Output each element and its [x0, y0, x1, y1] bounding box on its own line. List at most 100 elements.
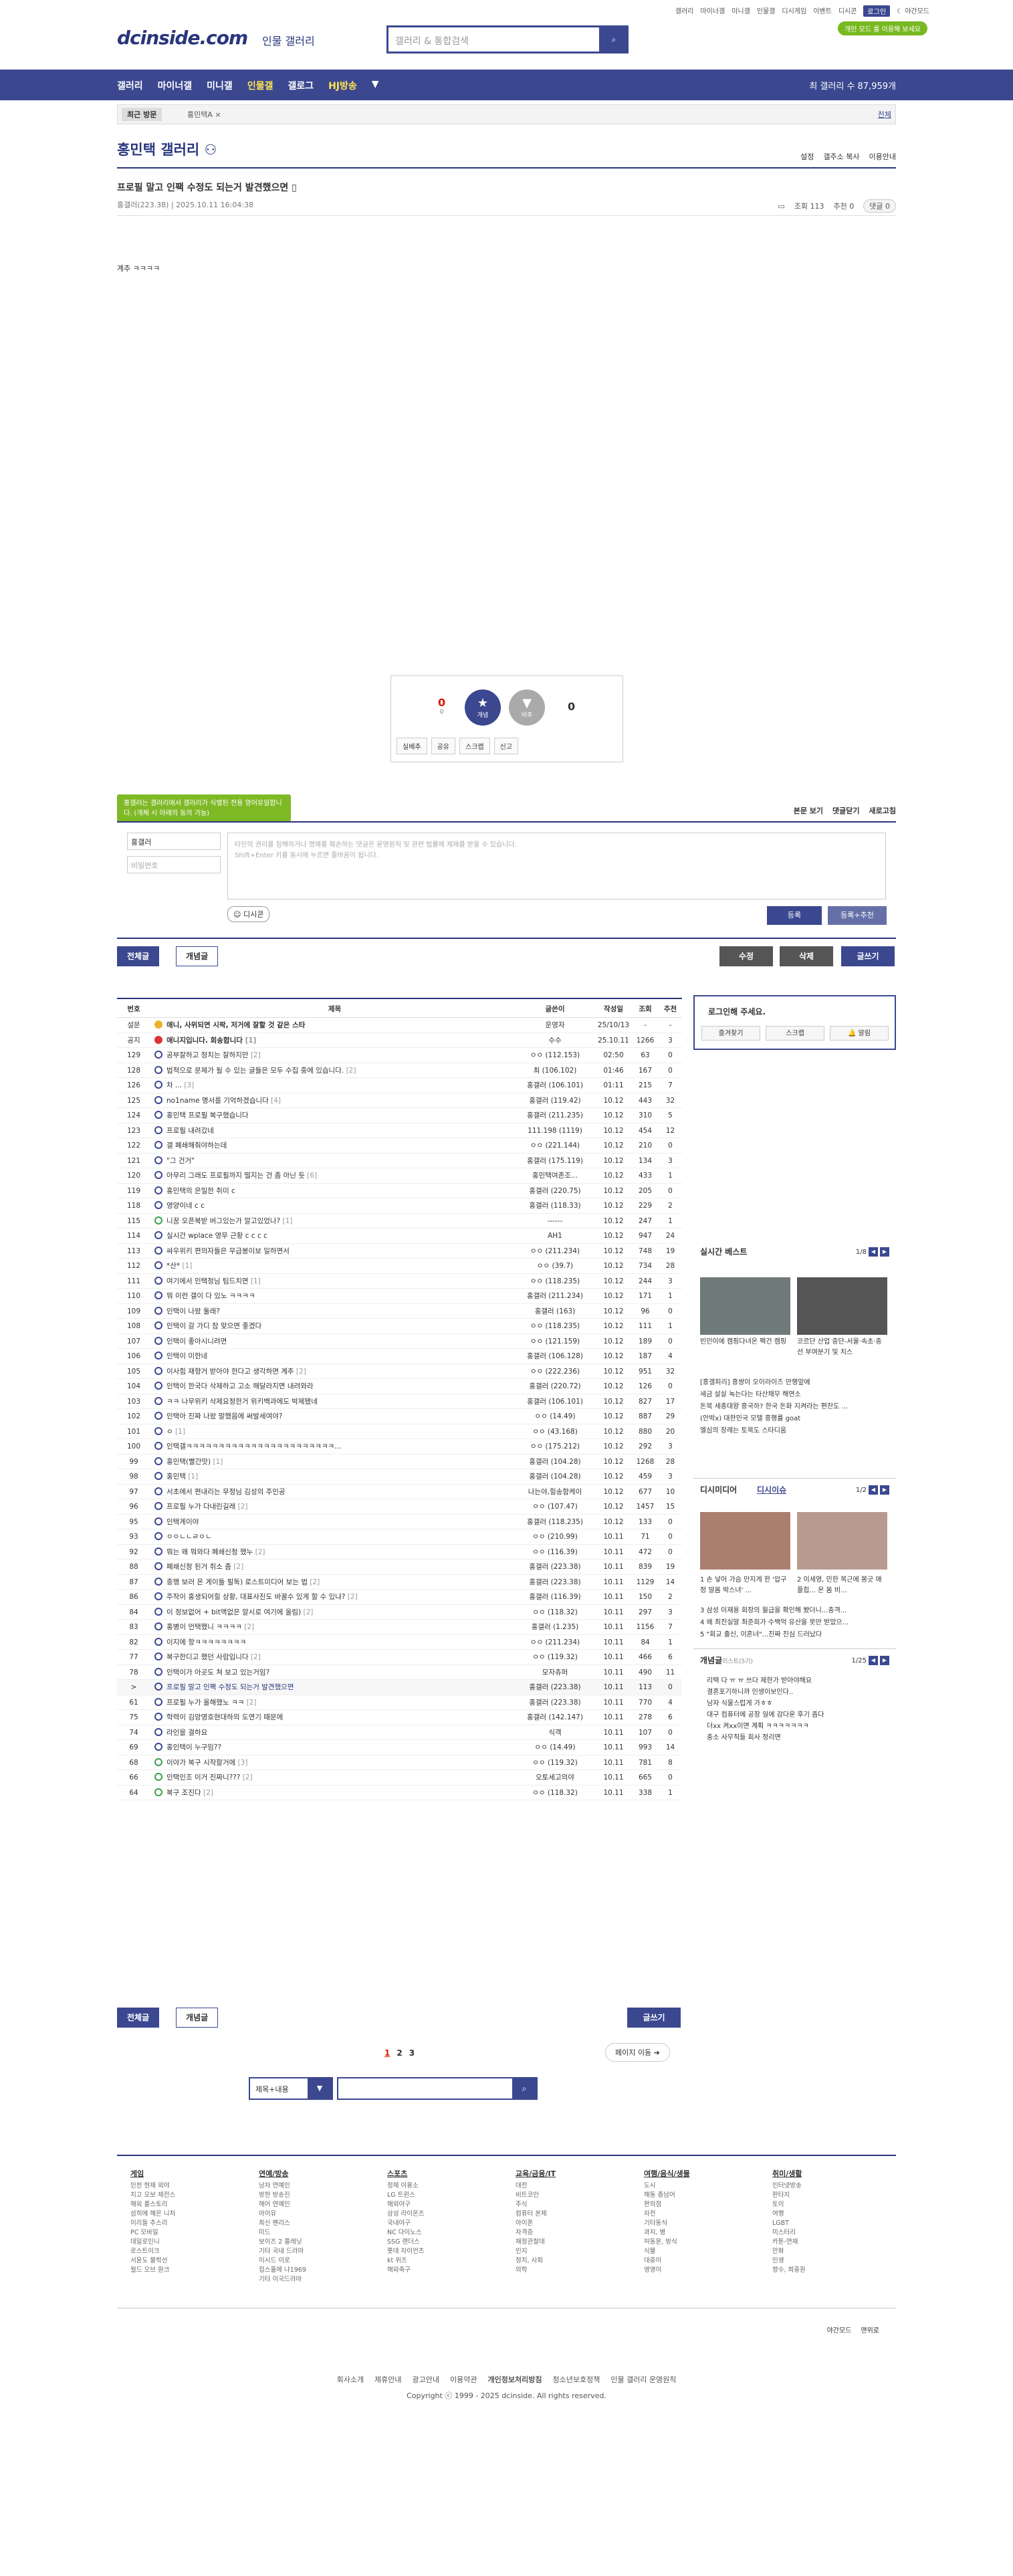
row-writer[interactable]: ------	[515, 1214, 595, 1228]
row-comment-count[interactable]: [3]	[238, 1759, 248, 1767]
footer-link[interactable]: 미드	[259, 2228, 306, 2238]
row-title[interactable]: 인택이 좋아시니려면	[150, 1334, 515, 1349]
table-row[interactable]: 66 인택인조 이거 진짜니??? [2] 오토세고의야 10.11 665 0	[117, 1770, 682, 1786]
row-writer[interactable]: ㅇㅇ (118.235)	[515, 1319, 595, 1333]
table-row[interactable]: 108 인택이 갈 가디 참 맞으면 좋겠다 ㅇㅇ (118.235) 10.12 1…	[117, 1319, 682, 1334]
table-row[interactable]: 125 no1name 명서를 기억하겠습니다 [4] 홍갤러 (119.42) 10…	[117, 1093, 682, 1108]
table-row[interactable]: 87 중행 보러 온 게이들 필독) 로스트미디어 보는 법 [2] 홍갤러 (22…	[117, 1575, 682, 1590]
table-row[interactable]: 98 홍민택 [1] 홍갤러 (104.28) 10.12 459 3	[117, 1469, 682, 1485]
row-title[interactable]: 이사힘 재향거 받아야 한다고 생각하면 계추 [2]	[150, 1364, 515, 1379]
row-writer[interactable]: 홍갤러 (223.38)	[515, 1560, 595, 1574]
table-row[interactable]: 93 ㅇㅇㄴㄴㄹㅇㄴ ㅇㅇ (210.99) 10.11 71 0	[117, 1529, 682, 1545]
edit-button[interactable]: 수정	[719, 946, 773, 966]
footer-link[interactable]: 기타동식	[644, 2219, 690, 2228]
row-title[interactable]: 폐쇄신청 된거 취소 좀 [2]	[150, 1560, 515, 1574]
row-comment-count[interactable]: [2]	[255, 1548, 265, 1556]
row-writer[interactable]: 홍갤러 (118.33)	[515, 1198, 595, 1213]
table-row[interactable]: 69 홍인택이 누구임?? ㅇㅇ (14.49) 10.11 993 14	[117, 1740, 682, 1755]
row-title[interactable]: ㅇ [1]	[150, 1424, 515, 1439]
table-row[interactable]: 128 법적으로 문제가 될 수 있는 글들은 모두 수집 중에 있습니다. [2…	[117, 1063, 682, 1078]
concept-item[interactable]: 리택 다 ㅠ ㅠ 쓰다 제한가 받아야해요	[707, 1676, 894, 1687]
footer-link[interactable]: NC 다이노스	[387, 2228, 424, 2238]
table-row[interactable]: 124 홍민택 프로필 복구했습니다 홍갤러 (211.235) 10.12 310 5	[117, 1108, 682, 1123]
prev-icon[interactable]: ◀	[869, 1247, 878, 1257]
realtime-best-title[interactable]: 실시간 베스트	[700, 1246, 747, 1257]
table-row[interactable]: > 프로필 말고 인팩 수정도 되는거 발견했으면 홍갤러 (223.38) 10.…	[117, 1680, 682, 1695]
row-comment-count[interactable]: [1]	[213, 1458, 223, 1466]
table-row[interactable]: 99 홍민택(빨간맛) [1] 홍갤러 (104.28) 10.12 1268 28	[117, 1455, 682, 1469]
concept-item[interactable]: 대구 컴퓨터에 공장 일에 감다운 후기 좀다	[707, 1710, 894, 1721]
row-title[interactable]: 싸우위키 편의자들은 무급봉이보 일하면서	[150, 1244, 515, 1259]
recent-visit-label[interactable]: 최근 방문	[122, 108, 162, 121]
table-row[interactable]: 111 여기에서 인택정님 팀드치면 [1] ㅇㅇ (118.235) 10.12 24…	[117, 1274, 682, 1289]
row-writer[interactable]: 홍갤러 (223.38)	[515, 1680, 595, 1695]
footer-link[interactable]: 아이폰	[516, 2219, 556, 2228]
row-writer[interactable]: 홍민택여존조...	[515, 1168, 595, 1183]
row-comment-count[interactable]: [2]	[251, 1653, 261, 1661]
table-row[interactable]: 74 라인을 결하요 식객 10.11 107 0	[117, 1725, 682, 1740]
best-item[interactable]: 엘심의 장례는 토목도 스타디움	[700, 1426, 894, 1436]
search-icon[interactable]: ⌕	[512, 2078, 536, 2099]
footer-link[interactable]: 자격증	[516, 2228, 556, 2238]
notification-button[interactable]: 🔔 알림	[830, 1026, 889, 1041]
footer-link[interactable]: 최신 팬리스	[259, 2219, 306, 2228]
dc-caption-2[interactable]: 2 이세영, 민한 복근에 봉긋 애플힙... 온 몸 비...	[797, 1575, 887, 1596]
row-comment-count[interactable]: [2]	[348, 1593, 358, 1601]
table-row[interactable]: 123 프로필 내려갔네 111.198 (1119) 10.12 454 12	[117, 1123, 682, 1138]
table-row[interactable]: 115 니꿈 오픈북받 버그있는가 알고있었나? [1] ------ 10.12 24…	[117, 1214, 682, 1228]
footer-bottom-link[interactable]: 개인정보처리방침	[488, 2375, 542, 2384]
footer-link[interactable]: 월드 오브 원크	[130, 2266, 175, 2275]
row-comment-count[interactable]: [2]	[247, 1699, 257, 1707]
view-body-button[interactable]: 본문 보기	[794, 805, 823, 816]
row-writer[interactable]: 식객	[515, 1725, 595, 1740]
concept-item[interactable]: 더xx 켜xx이면 계획 ㅋㅋㅋㅋㅋㅋㅋ	[707, 1721, 894, 1732]
row-title[interactable]: 여기에서 인택정님 팀드치면 [1]	[150, 1274, 515, 1289]
row-writer[interactable]: ㅇㅇ (116.39)	[515, 1545, 595, 1560]
row-comment-count[interactable]: [2]	[296, 1368, 306, 1376]
footer-link[interactable]: 인터넷방송	[772, 2181, 806, 2191]
write-button-bottom[interactable]: 글쓰기	[627, 2008, 681, 2028]
footer-link[interactable]: 남자 연예인	[259, 2181, 306, 2191]
footer-link[interactable]: 해외 플스토리	[130, 2200, 175, 2210]
table-row[interactable]: 122 갤 폐쇄해줘야하는데 ㅇㅇ (221.144) 10.12 210 0	[117, 1138, 682, 1154]
night-mode-toggle[interactable]: ☾ 야간모드	[897, 5, 929, 17]
copy-address-button[interactable]: 갤주소 복사	[823, 151, 859, 162]
row-title[interactable]: 갤 폐쇄해줘야하는데	[150, 1138, 515, 1153]
table-row[interactable]: 107 인택이 좋아시니려면 ㅇㅇ (121.159) 10.12 189 0	[117, 1334, 682, 1349]
row-title[interactable]: 인택이 미한네	[150, 1349, 515, 1364]
page-1[interactable]: 1	[384, 2048, 390, 2058]
row-title[interactable]: *산* [1]	[150, 1259, 515, 1273]
dccon-button[interactable]: ☺ 디시콘	[227, 906, 270, 922]
row-title[interactable]: no1name 명서를 기억하겠습니다 [4]	[150, 1093, 515, 1108]
row-writer[interactable]: 운영자	[515, 1018, 595, 1033]
row-comment-count[interactable]: [2]	[346, 1067, 356, 1075]
footer-column-title[interactable]: 연예/방송	[259, 2169, 306, 2179]
footer-link[interactable]: 식물	[644, 2247, 690, 2256]
footer-link[interactable]: 향수, 희중원	[772, 2266, 806, 2275]
row-title[interactable]: 뭐 이런 갤이 다 있노 ㅋㅋㅋㅋ	[150, 1289, 515, 1303]
row-comment-count[interactable]: [2]	[238, 1503, 248, 1511]
nav-more-chevron-icon[interactable]: ▼	[372, 79, 379, 92]
row-writer[interactable]: 홍갤러 (211.234)	[515, 1289, 595, 1303]
top-link-mini[interactable]: 미니갤	[731, 5, 750, 17]
share-button[interactable]: 공유	[431, 738, 456, 754]
row-title[interactable]: 홍인택이 누구임??	[150, 1740, 515, 1755]
concept-item[interactable]: 남자 식물스럽게 가ㅎㅎ	[707, 1699, 894, 1709]
footer-bottom-link[interactable]: 인물 갤러리 운영원칙	[610, 2375, 676, 2384]
footer-link[interactable]: 과지, 병	[644, 2228, 690, 2238]
login-button[interactable]: 로그인	[863, 5, 891, 17]
footer-link[interactable]: LG 트윈스	[387, 2191, 424, 2200]
row-writer[interactable]: 홍갤러 (220.72)	[515, 1379, 595, 1394]
row-title[interactable]: 인택이 나왔 둘래?	[150, 1304, 515, 1319]
row-writer[interactable]: 오토세고의야	[515, 1770, 595, 1785]
row-comment-count[interactable]: [1]	[175, 1428, 185, 1436]
footer-link[interactable]: 방한 방송진	[259, 2191, 306, 2200]
row-title[interactable]: 홍민택 프로필 복구했습니다	[150, 1108, 515, 1123]
footer-column-title[interactable]: 교육/금융/IT	[516, 2169, 556, 2179]
best-item[interactable]: (안박x) 대한민국 모텔 흥행를 goat	[700, 1414, 894, 1424]
search-box[interactable]: 갤러리 & 통합검색 ⌕	[386, 25, 629, 53]
row-comment-count[interactable]: [1]	[188, 1473, 198, 1481]
footer-link[interactable]: 기타 국내 드라마	[259, 2247, 306, 2256]
row-writer[interactable]: 홍갤러 (175.119)	[515, 1154, 595, 1168]
row-comment-count[interactable]: [6]	[307, 1172, 317, 1180]
